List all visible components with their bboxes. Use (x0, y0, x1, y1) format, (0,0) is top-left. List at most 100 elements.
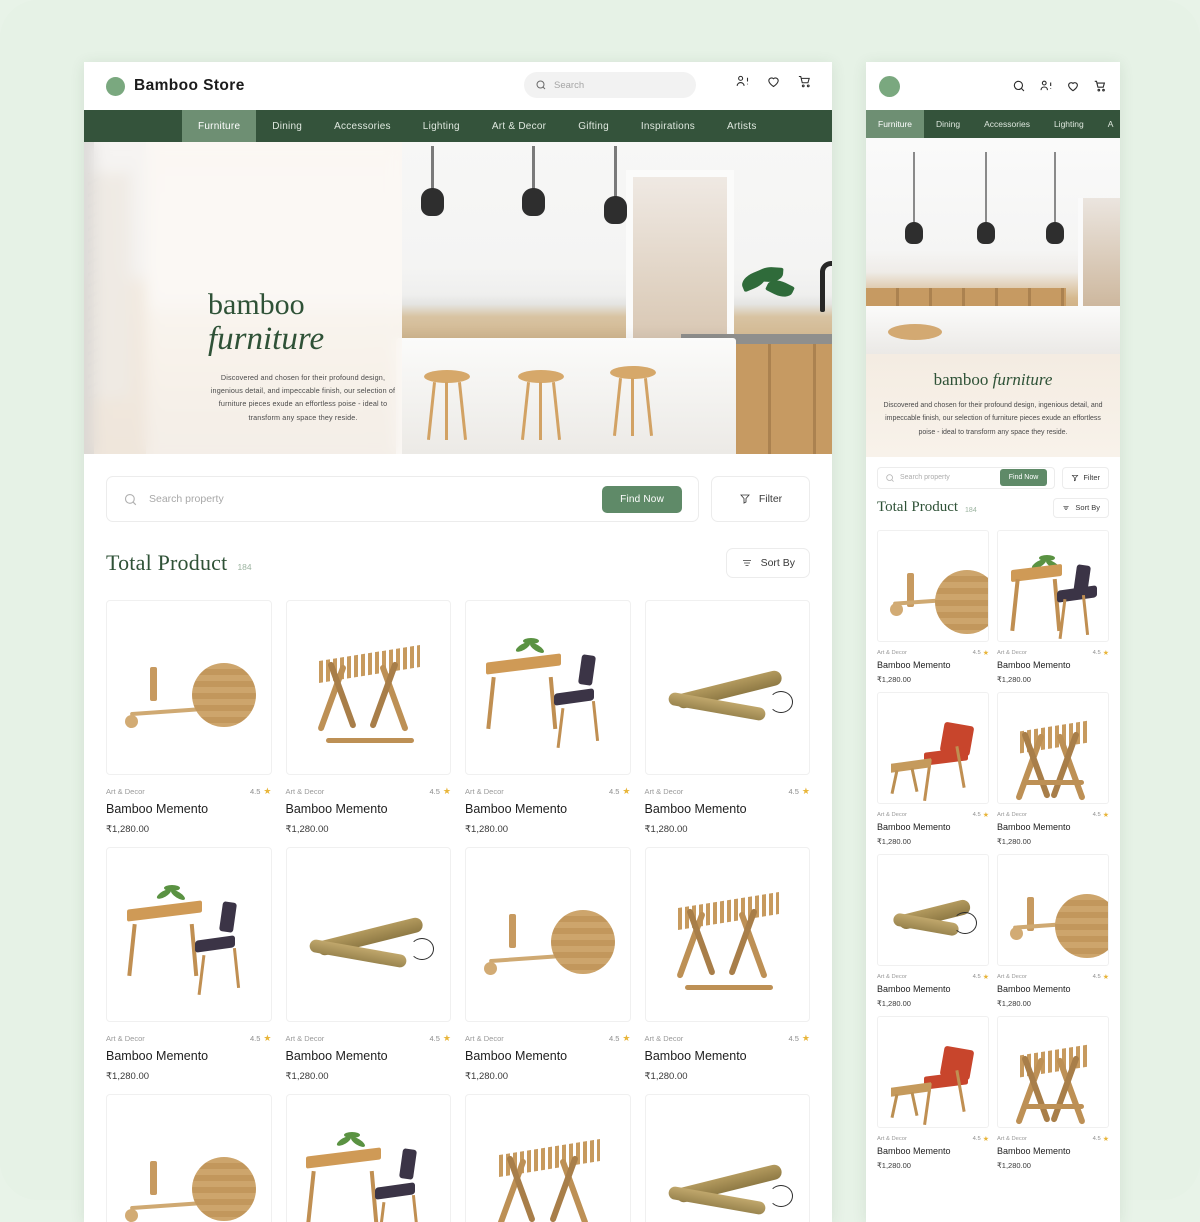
product-card[interactable]: Art & Decor 4.5★ Bamboo Memento ₹1,280.0… (286, 847, 452, 1082)
circle-logo-icon[interactable] (879, 76, 900, 97)
product-card[interactable]: Art & Decor 4.5★ Bamboo Memento ₹1,280.0… (286, 600, 452, 835)
find-now-button[interactable]: Find Now (602, 486, 682, 513)
mobile-product-card[interactable]: Art & Decor 4.5★ Bamboo Memento ₹1,280.0… (997, 854, 1109, 1008)
sort-icon (741, 557, 753, 569)
nav-tab-gifting[interactable]: Gifting (562, 110, 625, 142)
mobile-product-card[interactable]: Art & Decor 4.5★ Bamboo Memento ₹1,280.0… (877, 854, 989, 1008)
mobile-nav-tab-a[interactable]: A (1096, 110, 1120, 138)
mobile-product-rating: 4.5★ (973, 649, 989, 657)
mobile-product-image[interactable] (877, 530, 989, 642)
mobile-product-image[interactable] (877, 692, 989, 804)
brand-logo[interactable]: Bamboo Store (106, 77, 245, 96)
star-icon: ★ (983, 1135, 989, 1143)
mobile-product-meta: Art & Decor 4.5★ (877, 1135, 989, 1143)
mobile-product-image[interactable] (877, 1016, 989, 1128)
hero-photo (84, 142, 832, 454)
mobile-product-image[interactable] (997, 530, 1109, 642)
nav-tab-lighting[interactable]: Lighting (407, 110, 476, 142)
property-search-input[interactable]: Search property Find Now (106, 476, 699, 522)
bar-stool (424, 370, 470, 440)
mobile-product-card[interactable]: Art & Decor 4.5★ Bamboo Memento ₹1,280.0… (997, 530, 1109, 684)
mobile-filter-button[interactable]: Filter (1062, 467, 1109, 489)
mobile-product-price: ₹1,280.00 (877, 999, 989, 1008)
account-icon[interactable] (1039, 79, 1053, 93)
product-card[interactable]: Art & Decor 4.5★ Bamboo Memento ₹1,280.0… (645, 1094, 811, 1222)
filter-label: Filter (759, 493, 782, 505)
nav-tab-artists[interactable]: Artists (711, 110, 773, 142)
sort-by-button[interactable]: Sort By (726, 548, 810, 578)
star-icon: ★ (983, 811, 989, 819)
product-image[interactable] (465, 1094, 631, 1222)
product-card[interactable]: Art & Decor 4.5★ Bamboo Memento ₹1,280.0… (286, 1094, 452, 1222)
product-image[interactable] (465, 600, 631, 775)
product-category: Art & Decor (286, 1034, 325, 1043)
product-name: Bamboo Memento (465, 802, 631, 816)
product-card[interactable]: Art & Decor 4.5★ Bamboo Memento ₹1,280.0… (465, 847, 631, 1082)
product-rating: 4.5★ (788, 786, 810, 797)
product-card[interactable]: Art & Decor 4.5★ Bamboo Memento ₹1,280.0… (106, 847, 272, 1082)
listing-header: Total Product 184 Sort By (84, 522, 832, 578)
mobile-find-now-button[interactable]: Find Now (1000, 469, 1048, 486)
page-title: Total Product (106, 550, 227, 576)
mobile-product-card[interactable]: Art & Decor 4.5★ Bamboo Memento ₹1,280.0… (997, 1016, 1109, 1170)
product-price: ₹1,280.00 (286, 824, 452, 835)
product-image[interactable] (465, 847, 631, 1022)
product-image[interactable] (106, 600, 272, 775)
mobile-product-name: Bamboo Memento (877, 660, 989, 670)
mobile-hero-paragraph: Discovered and chosen for their profound… (882, 399, 1104, 439)
filter-button[interactable]: Filter (711, 476, 810, 522)
product-card[interactable]: Art & Decor 4.5★ Bamboo Memento ₹1,280.0… (465, 1094, 631, 1222)
product-image[interactable] (106, 1094, 272, 1222)
mobile-property-search-input[interactable]: Search property Find Now (877, 467, 1055, 489)
product-meta: Art & Decor 4.5★ (106, 786, 272, 797)
nav-tab-accessories[interactable]: Accessories (318, 110, 407, 142)
mobile-product-card[interactable]: Art & Decor 4.5★ Bamboo Memento ₹1,280.0… (997, 692, 1109, 846)
nav-tab-dining[interactable]: Dining (256, 110, 318, 142)
product-card[interactable]: Art & Decor 4.5★ Bamboo Memento ₹1,280.0… (645, 600, 811, 835)
mobile-nav-tab-dining[interactable]: Dining (924, 110, 972, 138)
mobile-product-card[interactable]: Art & Decor 4.5★ Bamboo Memento ₹1,280.0… (877, 692, 989, 846)
mobile-product-category: Art & Decor (997, 974, 1027, 980)
cart-icon[interactable] (797, 74, 812, 89)
product-rating: 4.5★ (429, 1033, 451, 1044)
mobile-product-category: Art & Decor (877, 1136, 907, 1142)
mobile-product-name: Bamboo Memento (997, 660, 1109, 670)
search-icon (123, 492, 138, 507)
mobile-product-image[interactable] (997, 692, 1109, 804)
product-image[interactable] (645, 600, 811, 775)
product-image[interactable] (645, 1094, 811, 1222)
search-input[interactable]: Search (524, 72, 696, 98)
mobile-sort-by-button[interactable]: Sort By (1053, 498, 1109, 518)
product-card[interactable]: Art & Decor 4.5★ Bamboo Memento ₹1,280.0… (645, 847, 811, 1082)
mobile-nav-tab-accessories[interactable]: Accessories (972, 110, 1042, 138)
account-icon[interactable] (735, 74, 750, 89)
product-image[interactable] (286, 847, 452, 1022)
product-image[interactable] (286, 1094, 452, 1222)
cart-icon[interactable] (1093, 79, 1107, 93)
wishlist-heart-icon[interactable] (1066, 79, 1080, 93)
wishlist-heart-icon[interactable] (766, 74, 781, 89)
mobile-product-image[interactable] (997, 1016, 1109, 1128)
pendant-lamp-icon (1054, 152, 1056, 224)
mobile-product-meta: Art & Decor 4.5★ (877, 811, 989, 819)
mobile-nav-tab-lighting[interactable]: Lighting (1042, 110, 1096, 138)
nav-tab-art-decor[interactable]: Art & Decor (476, 110, 562, 142)
nav-tab-inspirations[interactable]: Inspirations (625, 110, 711, 142)
star-icon: ★ (1103, 973, 1109, 981)
product-image[interactable] (106, 847, 272, 1022)
product-card[interactable]: Art & Decor 4.5★ Bamboo Memento ₹1,280.0… (465, 600, 631, 835)
nav-tab-furniture[interactable]: Furniture (182, 110, 256, 142)
mobile-product-image[interactable] (877, 854, 989, 966)
mobile-page-title: Total Product (877, 499, 958, 516)
product-image[interactable] (286, 600, 452, 775)
hero-copy: bamboo furniture Discovered and chosen f… (208, 290, 398, 424)
product-image[interactable] (645, 847, 811, 1022)
product-card[interactable]: Art & Decor 4.5★ Bamboo Memento ₹1,280.0… (106, 1094, 272, 1222)
product-card[interactable]: Art & Decor 4.5★ Bamboo Memento ₹1,280.0… (106, 600, 272, 835)
mobile-product-card[interactable]: Art & Decor 4.5★ Bamboo Memento ₹1,280.0… (877, 530, 989, 684)
mobile-product-image[interactable] (997, 854, 1109, 966)
mobile-product-card[interactable]: Art & Decor 4.5★ Bamboo Memento ₹1,280.0… (877, 1016, 989, 1170)
mobile-nav-tab-furniture[interactable]: Furniture (866, 110, 924, 138)
search-icon[interactable] (1012, 79, 1026, 93)
star-icon: ★ (983, 973, 989, 981)
